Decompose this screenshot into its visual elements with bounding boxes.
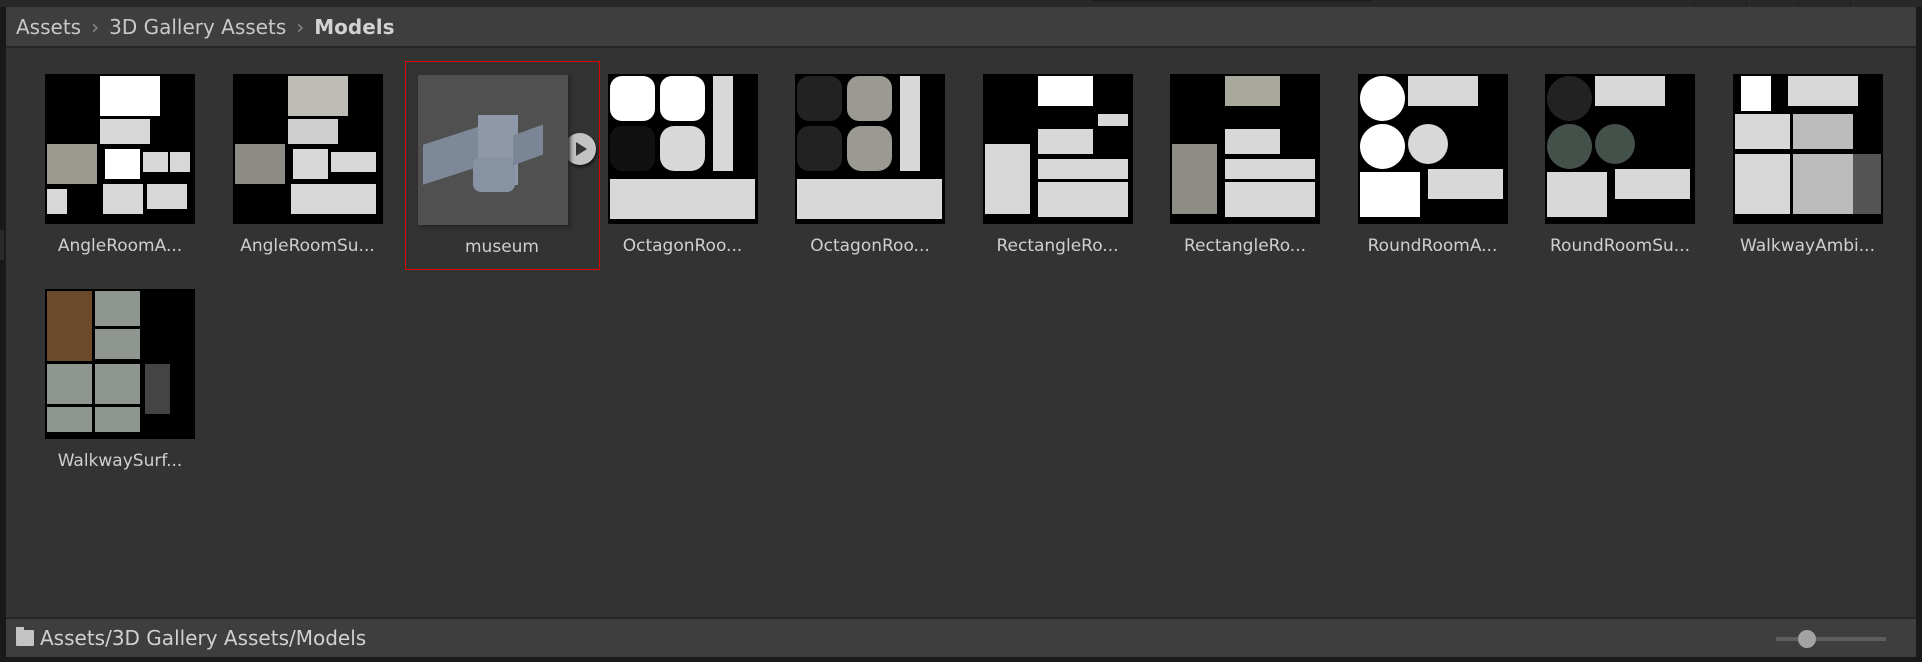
- asset-grid: AngleRoomA... AngleRoomSu... museum Octagon…: [6, 48, 1916, 617]
- texture-preview: [1545, 74, 1695, 224]
- toolbar-button[interactable]: [1798, 0, 1799, 6]
- texture-preview: [795, 74, 945, 224]
- asset-item[interactable]: OctagonRoo...: [607, 74, 796, 274]
- splitter-handle[interactable]: [0, 230, 4, 260]
- asset-item[interactable]: WalkwayAmbi...: [1732, 74, 1921, 274]
- folder-icon: [16, 627, 34, 646]
- asset-item[interactable]: RectangleRo...: [1170, 74, 1358, 274]
- asset-label: OctagonRoo...: [810, 236, 930, 256]
- model-preview: [418, 75, 568, 225]
- toolbar-button[interactable]: [1850, 0, 1851, 6]
- texture-preview: [982, 74, 1133, 224]
- asset-label: WalkwaySurf...: [57, 451, 183, 471]
- toolbar-button[interactable]: [1746, 0, 1747, 6]
- slider-handle[interactable]: [1798, 630, 1816, 648]
- breadcrumb-models[interactable]: Models: [314, 15, 394, 39]
- asset-item[interactable]: AngleRoomSu...: [232, 74, 421, 274]
- asset-item[interactable]: RoundRoomA...: [1357, 74, 1546, 274]
- chevron-right-icon: ›: [91, 14, 100, 39]
- breadcrumb-assets[interactable]: Assets: [16, 15, 81, 39]
- expand-play-icon[interactable]: [564, 133, 596, 165]
- thumbnail-size-slider[interactable]: [1776, 637, 1886, 641]
- project-browser: Assets › 3D Gallery Assets › Models Angl…: [6, 7, 1916, 657]
- asset-label: museum: [465, 237, 539, 257]
- selected-path: Assets/3D Gallery Assets/Models: [40, 626, 367, 650]
- breadcrumb-3d-gallery-assets[interactable]: 3D Gallery Assets: [109, 15, 286, 39]
- toolbar-strip: [0, 0, 1922, 7]
- asset-label: AngleRoomSu...: [240, 236, 375, 256]
- asset-item[interactable]: museum: [405, 61, 600, 270]
- asset-label: AngleRoomA...: [57, 236, 183, 256]
- texture-preview: [1357, 74, 1508, 224]
- texture-preview: [45, 289, 195, 439]
- toolbar-button[interactable]: [1694, 0, 1695, 6]
- chevron-right-icon: ›: [296, 14, 305, 39]
- status-bar: Assets/3D Gallery Assets/Models: [6, 617, 1916, 657]
- asset-label: WalkwayAmbi...: [1739, 236, 1875, 256]
- asset-label: RectangleRo...: [996, 236, 1119, 256]
- asset-item[interactable]: RectangleRo...: [982, 74, 1171, 274]
- asset-label: RoundRoomA...: [1367, 236, 1498, 256]
- texture-preview: [232, 74, 383, 224]
- texture-preview: [607, 74, 758, 224]
- asset-label: RectangleRo...: [1183, 236, 1307, 256]
- asset-item[interactable]: WalkwaySurf...: [45, 289, 233, 489]
- asset-label: OctagonRoo...: [622, 236, 743, 256]
- asset-item[interactable]: AngleRoomA...: [45, 74, 233, 274]
- search-field[interactable]: [1092, 0, 1372, 2]
- breadcrumb: Assets › 3D Gallery Assets › Models: [6, 7, 1916, 48]
- asset-item[interactable]: RoundRoomSu...: [1545, 74, 1733, 274]
- texture-preview: [1170, 74, 1320, 224]
- asset-label: RoundRoomSu...: [1550, 236, 1690, 256]
- asset-item[interactable]: OctagonRoo...: [795, 74, 983, 274]
- texture-preview: [45, 74, 195, 224]
- texture-preview: [1732, 74, 1883, 224]
